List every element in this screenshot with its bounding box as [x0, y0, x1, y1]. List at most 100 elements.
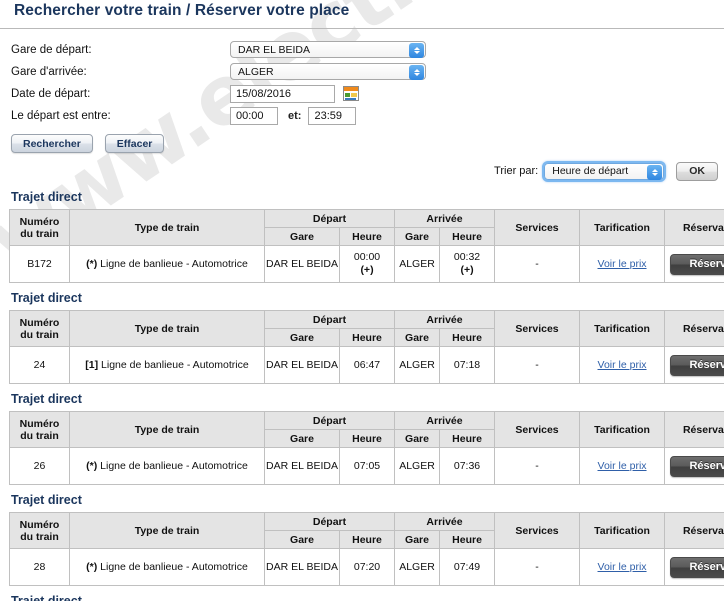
header-depart-gare: Gare — [264, 227, 340, 246]
cell-services: - — [494, 548, 581, 586]
cell-type: (*) Ligne de banlieue - Automotrice — [69, 447, 265, 485]
header-arrivee: Arrivée — [394, 512, 496, 531]
table-row: 24 [1] Ligne de banlieue - Automotrice DAR… — [9, 346, 724, 384]
reserve-button[interactable]: Réserver — [670, 253, 724, 275]
header-services: Services — [494, 512, 581, 549]
section-title: Trajet direct — [11, 291, 82, 305]
form-row-gare-depart: Gare de départ: DAR EL BEIDA — [0, 40, 724, 59]
cell-reservation: Réserver — [664, 548, 724, 586]
ok-button[interactable]: OK — [676, 161, 718, 181]
table-header-row: Numéro du train Type de train Départ Arrivée… — [9, 512, 724, 549]
select-gare-depart[interactable]: DAR EL BEIDA — [230, 41, 426, 58]
cell-depart-gare: DAR EL BEIDA — [264, 245, 340, 283]
select-gare-depart-value: DAR EL BEIDA — [238, 43, 310, 56]
price-link[interactable]: Voir le prix — [598, 258, 647, 270]
header-type: Type de train — [69, 209, 265, 246]
sort-select[interactable]: Heure de départ — [542, 160, 667, 182]
cell-type: (*) Ligne de banlieue - Automotrice — [69, 245, 265, 283]
section-title: Trajet direct — [11, 594, 82, 601]
header-tarification: Tarification — [579, 209, 666, 246]
cell-arrivee-gare: ALGER — [394, 245, 441, 283]
header-type: Type de train — [69, 512, 265, 549]
cell-services: - — [494, 447, 581, 485]
form-row-depart-entre: Le départ est entre: 00:00 et: 23:59 — [0, 106, 724, 125]
reserve-button[interactable]: Réserver — [670, 556, 724, 578]
header-arrivee-heure: Heure — [439, 227, 496, 246]
cell-depart-heure: 00:00 (+) — [338, 245, 396, 283]
trip-block: Trajet direct Numérodu trainType de train… — [0, 384, 724, 485]
header-depart-heure: Heure — [338, 227, 396, 246]
header-depart-gare: Gare — [264, 530, 340, 549]
time-to-input[interactable]: 23:59 — [308, 106, 357, 125]
time-from-input[interactable]: 00:00 — [230, 106, 278, 125]
cell-reservation: Réserver — [664, 346, 724, 384]
header-numero: Numéro du train — [9, 411, 70, 448]
header-reservation: Réservation — [664, 512, 724, 549]
results-table: Numéro du train Type de train Départ Arrivée… — [9, 512, 724, 586]
search-button[interactable]: Rechercher — [11, 134, 93, 153]
sort-select-value: Heure de départ — [552, 165, 629, 177]
calendar-icon[interactable] — [343, 86, 359, 101]
cell-arrivee-gare: ALGER — [394, 548, 441, 586]
trip-block: Trajet direct Numérodu trainType de train… — [0, 182, 724, 283]
select-gare-arrivee[interactable]: ALGER — [230, 63, 426, 80]
header-arrivee-heure: Heure — [439, 328, 496, 347]
cell-depart-gare: DAR EL BEIDA — [264, 548, 340, 586]
clear-button[interactable]: Effacer — [104, 134, 165, 153]
cell-tarification: Voir le prix — [579, 447, 666, 485]
header-tarification: Tarification — [579, 411, 666, 448]
page-root: www.electrodz.com Rechercher votre train… — [0, 0, 724, 601]
reserve-button[interactable]: Réserver — [670, 354, 724, 376]
header-numero: Numéro du train — [9, 512, 70, 549]
cell-depart-heure: 06:47 — [338, 346, 396, 384]
chevron-updown-icon — [409, 65, 424, 80]
header-reservation: Réservation — [664, 411, 724, 448]
label-gare-arrivee: Gare d'arrivée: — [11, 65, 87, 78]
cell-arrivee-heure: 07:18 — [439, 346, 496, 384]
header-tarification: Tarification — [579, 512, 666, 549]
reserve-button[interactable]: Réserver — [670, 455, 724, 477]
cell-depart-heure: 07:20 — [338, 548, 396, 586]
header-services: Services — [494, 209, 581, 246]
form-buttons: Rechercher Effacer — [0, 128, 724, 153]
header-arrivee-heure: Heure — [439, 429, 496, 448]
section-title: Trajet direct — [11, 190, 82, 204]
cell-type: [1] Ligne de banlieue - Automotrice — [69, 346, 265, 384]
cell-arrivee-heure: 07:49 — [439, 548, 496, 586]
header-services: Services — [494, 310, 581, 347]
table-row: 26 (*) Ligne de banlieue - Automotrice DAR… — [9, 447, 724, 485]
sort-label: Trier par: — [494, 165, 539, 177]
cell-reservation: Réserver — [664, 245, 724, 283]
control-date-depart: 15/08/2016 — [230, 84, 359, 103]
label-gare-depart: Gare de départ: — [11, 43, 92, 56]
header-depart: Départ — [263, 411, 396, 430]
price-link[interactable]: Voir le prix — [598, 359, 647, 371]
sort-bar: Trier par: Heure de départ OK — [0, 160, 724, 182]
header-numero: Numéro du train — [9, 310, 70, 347]
header-depart-heure: Heure — [338, 429, 396, 448]
header-services: Services — [494, 411, 581, 448]
control-depart-entre: 00:00 et: 23:59 — [230, 106, 357, 125]
header-depart: Départ — [263, 310, 396, 329]
table-header-row: Numéro du train Type de train Départ Arrivée… — [9, 310, 724, 347]
header-type: Type de train — [69, 310, 265, 347]
select-gare-arrivee-value: ALGER — [238, 65, 274, 78]
section-title: Trajet direct — [11, 493, 82, 507]
results-table: Numéro du train Type de train Départ Arrivée… — [9, 411, 724, 485]
header-depart-gare: Gare — [264, 429, 340, 448]
header-arrivee: Arrivée — [394, 209, 496, 228]
price-link[interactable]: Voir le prix — [598, 460, 647, 472]
header-reservation: Réservation — [664, 310, 724, 347]
header-depart-heure: Heure — [338, 530, 396, 549]
form-row-date-depart: Date de départ: 15/08/2016 — [0, 84, 724, 103]
label-date-depart: Date de départ: — [11, 87, 91, 100]
results-list: Trajet direct Numéro du train Type de train… — [0, 182, 724, 601]
date-input[interactable]: 15/08/2016 — [230, 84, 335, 103]
cell-arrivee-heure: 00:32 (+) — [439, 245, 496, 283]
chevron-updown-icon — [409, 43, 424, 58]
results-table: Numéro du train Type de train Départ Arrivée… — [9, 310, 724, 384]
price-link[interactable]: Voir le prix — [598, 561, 647, 573]
header-type: Type de train — [69, 411, 265, 448]
header-arrivee: Arrivée — [394, 411, 496, 430]
trip-block: Trajet direct Numérodu trainType de train… — [0, 283, 724, 384]
